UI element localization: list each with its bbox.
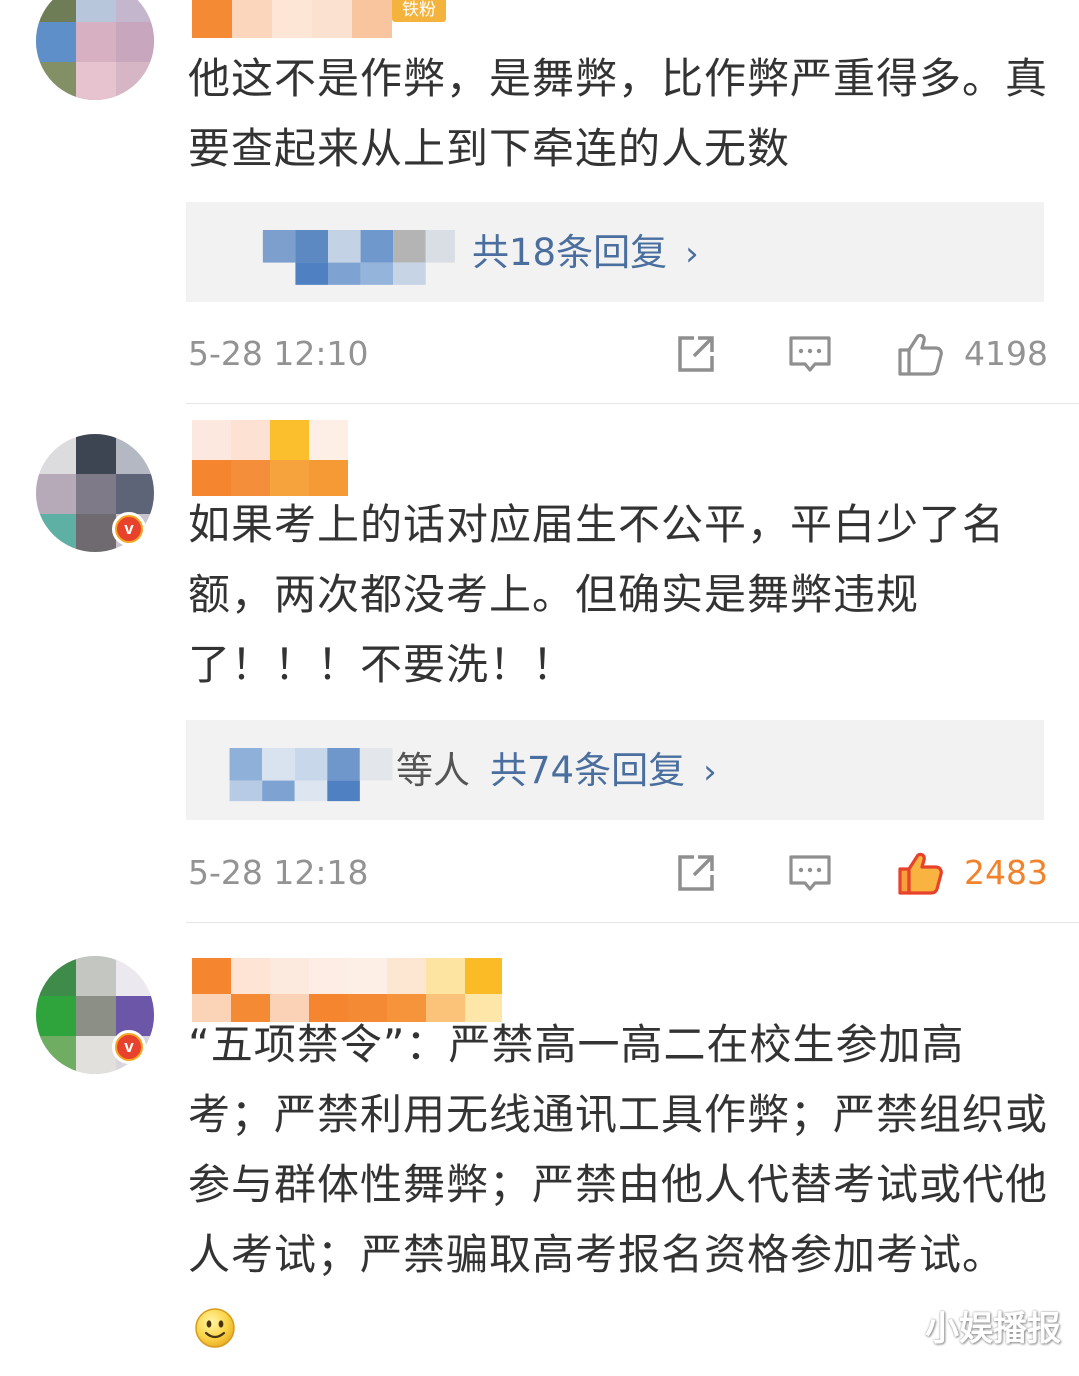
reply-count-link[interactable]: 共74条回复 ›: [490, 746, 717, 797]
reply-count-label: 共74条回复: [490, 749, 686, 792]
chevron-right-icon: ›: [685, 234, 699, 274]
reply-summary-box[interactable]: 等人 共74条回复 ›: [186, 720, 1044, 820]
share-icon[interactable]: [672, 330, 720, 378]
comment-icon[interactable]: [786, 849, 834, 897]
comment-meta: 5-28 12:10 4198: [0, 324, 1079, 384]
like-count: 2483: [964, 853, 1048, 892]
comment-icon[interactable]: [786, 330, 834, 378]
divider: [186, 922, 1079, 923]
like-count: 4198: [964, 334, 1048, 373]
comment-text: 如果考上的话对应届生不公平，平白少了名额，两次都没考上。但确实是舞弊违规了！！！…: [188, 500, 1006, 689]
username-mosaic: [192, 420, 348, 496]
verified-v-icon: v: [112, 1030, 146, 1064]
verified-v-icon: v: [112, 512, 146, 546]
fan-badge: 铁粉: [392, 0, 446, 22]
share-icon[interactable]: [672, 849, 720, 897]
reply-prefix: 等人: [396, 749, 470, 792]
divider: [186, 403, 1079, 404]
avatar[interactable]: [36, 0, 154, 100]
chevron-right-icon: ›: [703, 752, 717, 792]
watermark: 小娱播报: [925, 1309, 1061, 1349]
thumbs-up-icon[interactable]: [896, 330, 944, 378]
reply-count-link[interactable]: 共18条回复 ›: [472, 228, 699, 279]
reply-names-blurred: [229, 748, 393, 802]
thumbs-up-icon[interactable]: [896, 849, 944, 897]
username-mosaic: [192, 0, 392, 38]
smiley-emoji-icon: [195, 1307, 235, 1348]
comment-meta: 5-28 12:18 2483: [0, 843, 1079, 903]
timestamp: 5-28 12:10: [188, 334, 369, 373]
reply-summary-box[interactable]: 共18条回复 ›: [186, 202, 1044, 302]
comment-text-body: “五项禁令”：严禁高一高二在校生参加高考；严禁利用无线通讯工具作弊；严禁组织或参…: [188, 1020, 1049, 1279]
avatar-image: [36, 0, 154, 100]
reply-count-label: 共18条回复: [472, 231, 668, 274]
reply-names-blurred: [262, 230, 455, 285]
timestamp: 5-28 12:18: [188, 853, 369, 892]
username-blurred[interactable]: [192, 420, 352, 496]
comment-text: 他这不是作弊，是舞弊，比作弊严重得多。真要查起来从上到下牵连的人无数: [188, 54, 1049, 173]
comment-text: “五项禁令”：严禁高一高二在校生参加高考；严禁利用无线通讯工具作弊；严禁组织或参…: [188, 1010, 1050, 1360]
